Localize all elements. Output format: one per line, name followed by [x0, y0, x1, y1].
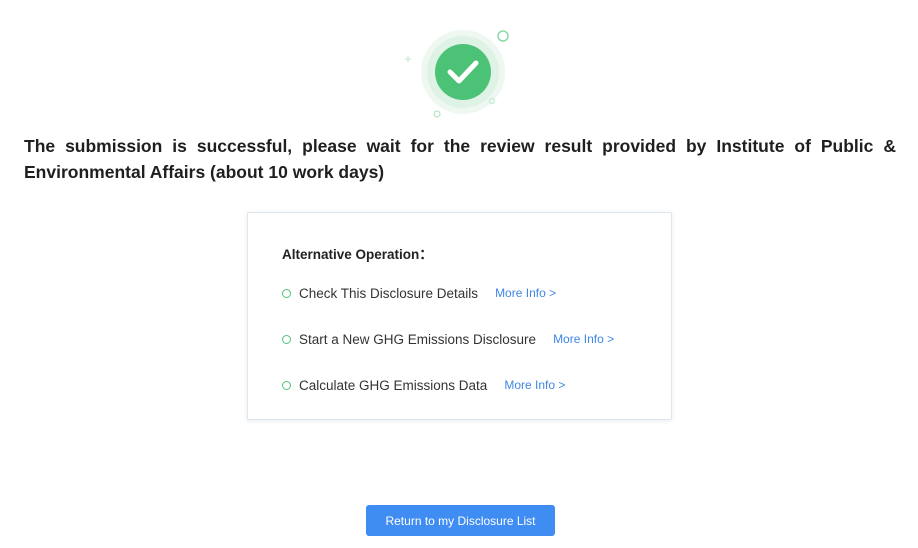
- more-info-link-calculate-emissions[interactable]: More Info >: [504, 378, 565, 392]
- operation-item-new-disclosure: Start a New GHG Emissions Disclosure Mor…: [282, 329, 614, 349]
- operation-item-calculate-emissions: Calculate GHG Emissions Data More Info >: [282, 375, 614, 395]
- alternative-operations-title: Alternative Operation：: [282, 247, 433, 262]
- check-circle-icon: [405, 30, 509, 118]
- success-illustration: [395, 24, 525, 124]
- submission-success-page: The submission is successful, please wai…: [0, 0, 918, 548]
- circle-outline-icon: [282, 380, 291, 390]
- return-to-disclosure-list-button[interactable]: Return to my Disclosure List: [366, 505, 555, 536]
- success-message: The submission is successful, please wai…: [24, 136, 896, 182]
- alternative-operations-list: Check This Disclosure Details More Info …: [282, 283, 614, 421]
- operation-label: Calculate GHG Emissions Data: [299, 377, 488, 393]
- alternative-operations-card: Alternative Operation： Check This Disclo…: [247, 212, 672, 420]
- circle-outline-icon: [282, 288, 291, 298]
- operation-label: Start a New GHG Emissions Disclosure: [299, 331, 537, 347]
- more-info-link-new-disclosure[interactable]: More Info >: [553, 332, 614, 346]
- operation-label: Check This Disclosure Details: [299, 285, 479, 301]
- more-info-link-check-details[interactable]: More Info >: [495, 286, 556, 300]
- circle-outline-icon: [282, 334, 291, 344]
- operation-item-check-details: Check This Disclosure Details More Info …: [282, 283, 614, 303]
